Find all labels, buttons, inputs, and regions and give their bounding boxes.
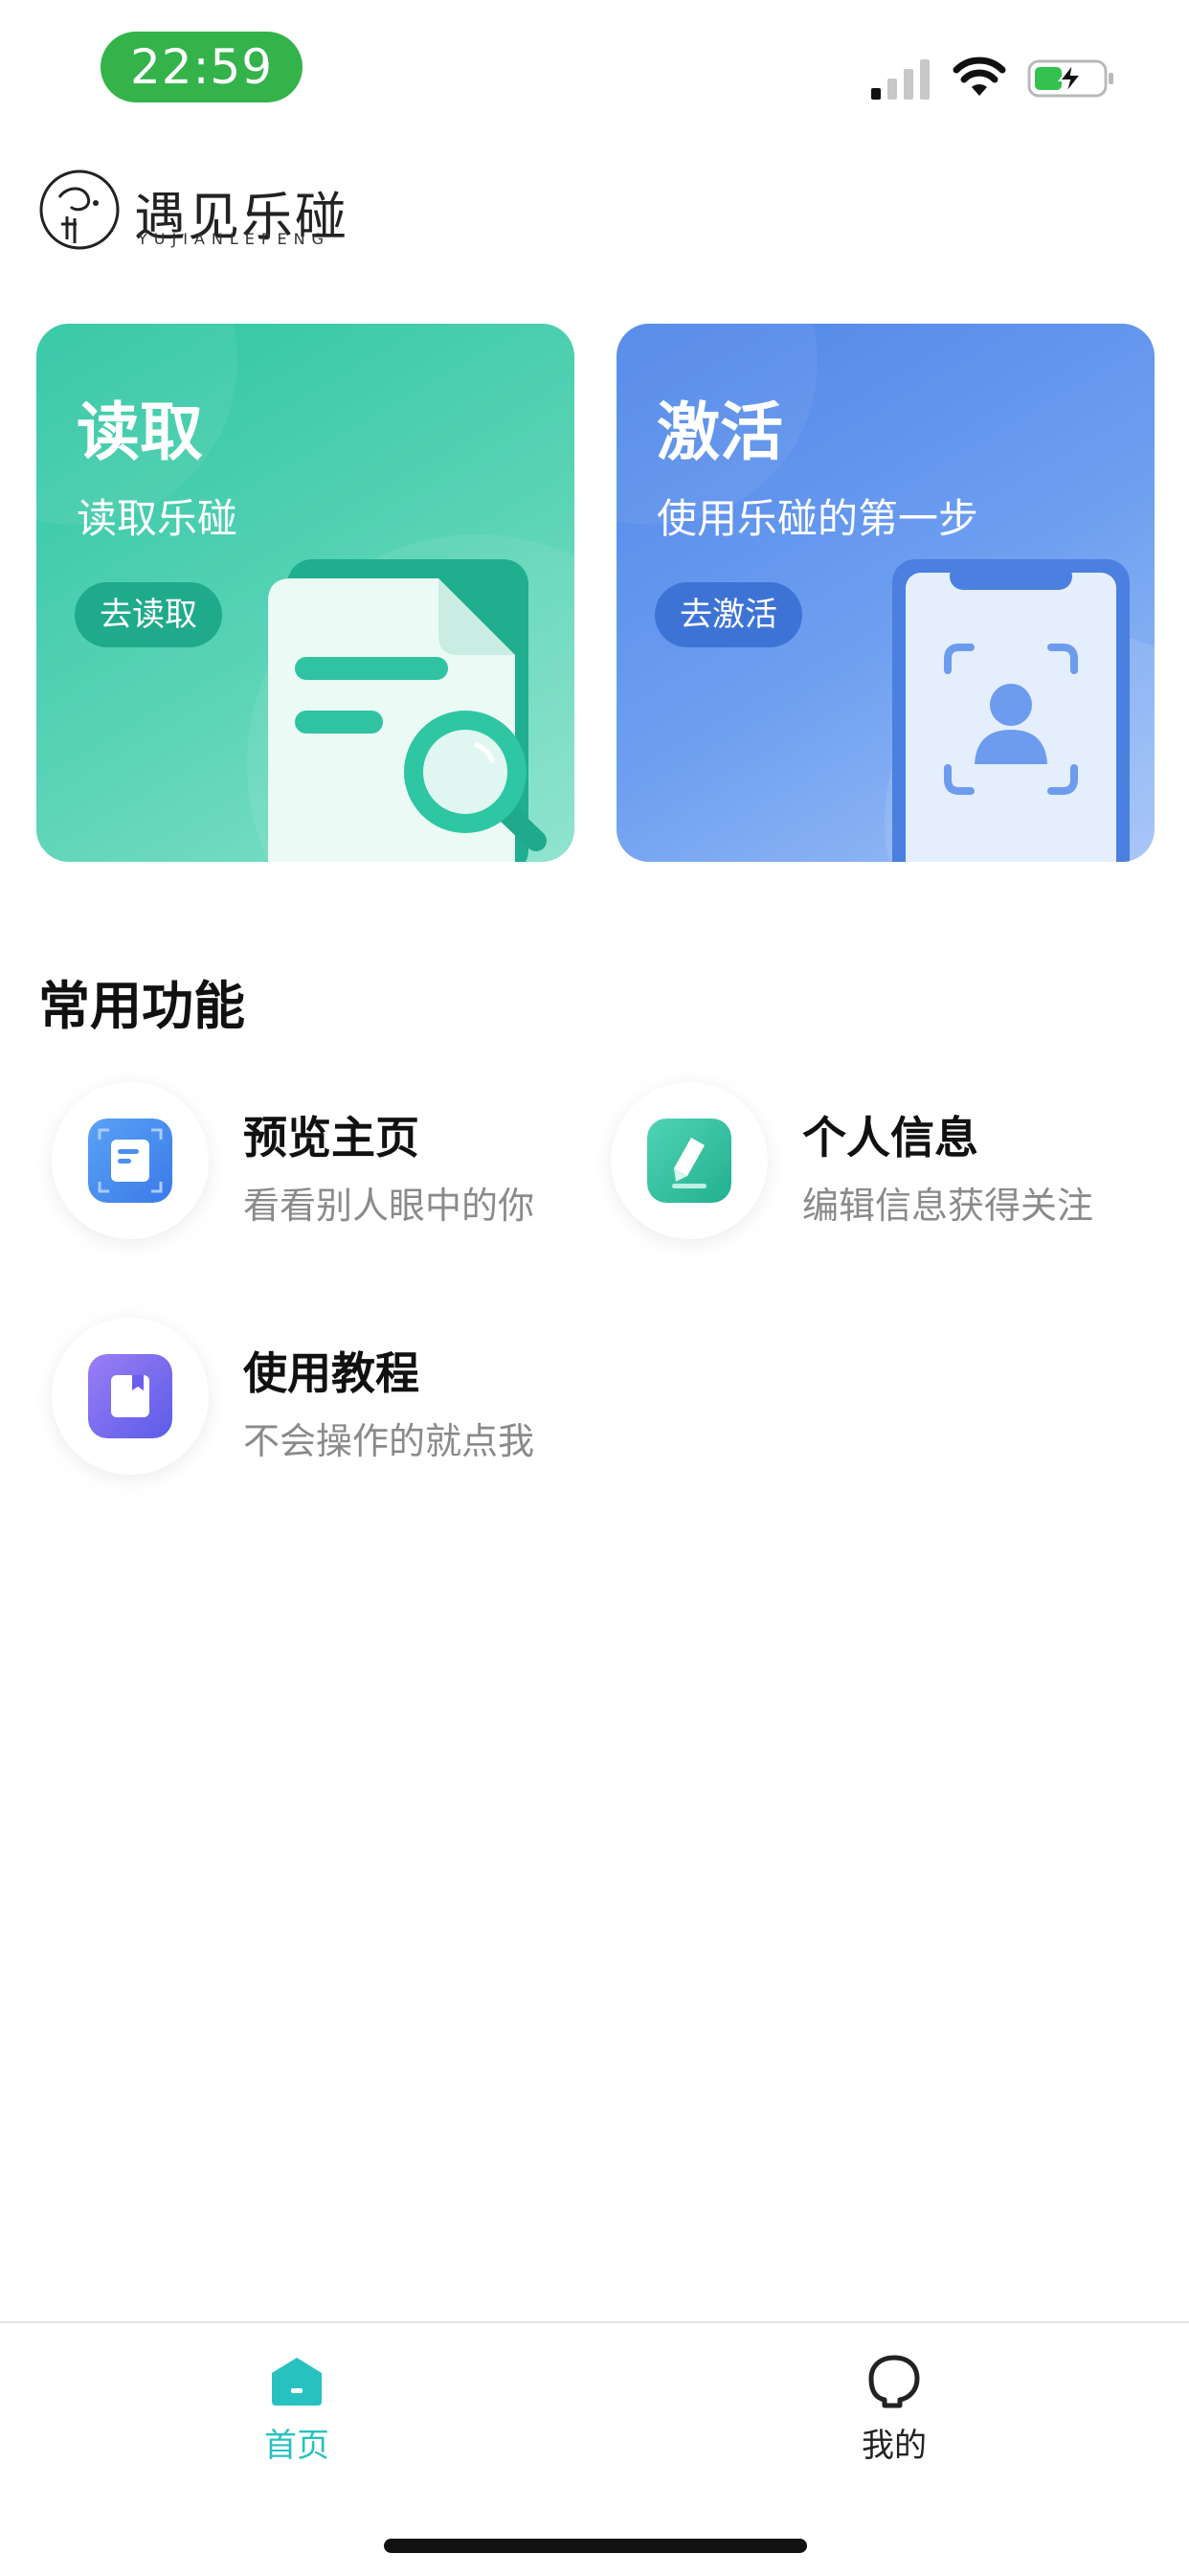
profile-icon (868, 2355, 920, 2408)
home-icon (272, 2358, 322, 2406)
activate-card-title: 激活 (657, 395, 783, 469)
feature-title: 预览主页 (243, 1112, 419, 1164)
feature-personal-info[interactable]: 个人信息 编辑信息获得关注 (611, 1082, 1147, 1254)
go-activate-button[interactable]: 去激活 (655, 582, 802, 647)
activate-card-subtitle: 使用乐碰的第一步 (657, 495, 979, 542)
section-title: 常用功能 (38, 976, 245, 1036)
edit-pencil-icon (647, 1119, 731, 1203)
logo-mark-icon (39, 169, 120, 250)
read-card-title: 读取 (77, 395, 203, 469)
feature-subtitle: 编辑信息获得关注 (802, 1185, 1094, 1227)
wifi-icon (953, 56, 1006, 96)
feature-subtitle: 看看别人眼中的你 (243, 1185, 535, 1227)
tab-label: 首页 (264, 2427, 329, 2465)
cellular-signal-icon (871, 59, 930, 100)
feature-preview-homepage[interactable]: 预览主页 看看别人眼中的你 (52, 1082, 588, 1254)
logo-english-name: YUJIANLEPENG (138, 230, 330, 248)
tutorial-book-icon (88, 1354, 172, 1438)
status-bar: 22:59 (0, 0, 1189, 134)
feature-icon-container (52, 1318, 209, 1475)
read-card-subtitle: 读取乐碰 (77, 495, 238, 542)
home-indicator (384, 2539, 807, 2553)
read-card[interactable]: 读取 读取乐碰 去读取 (36, 324, 574, 862)
tab-label: 我的 (862, 2427, 927, 2465)
feature-icon-container (611, 1082, 768, 1239)
feature-subtitle: 不会操作的就点我 (243, 1420, 535, 1462)
go-read-button[interactable]: 去读取 (75, 582, 222, 647)
tab-home[interactable]: 首页 (201, 2323, 393, 2476)
status-time: 22:59 (101, 32, 303, 102)
app-logo: 遇见乐碰 YUJIANLEPENG (38, 169, 364, 253)
feature-title: 个人信息 (802, 1112, 978, 1164)
feature-title: 使用教程 (243, 1347, 419, 1399)
activate-card[interactable]: 激活 使用乐碰的第一步 去激活 (617, 324, 1155, 862)
feature-tutorial[interactable]: 使用教程 不会操作的就点我 (52, 1318, 588, 1490)
battery-charging-icon (1027, 59, 1113, 98)
preview-page-icon (88, 1119, 172, 1203)
feature-icon-container (52, 1082, 209, 1239)
tab-mine[interactable]: 我的 (798, 2323, 990, 2476)
